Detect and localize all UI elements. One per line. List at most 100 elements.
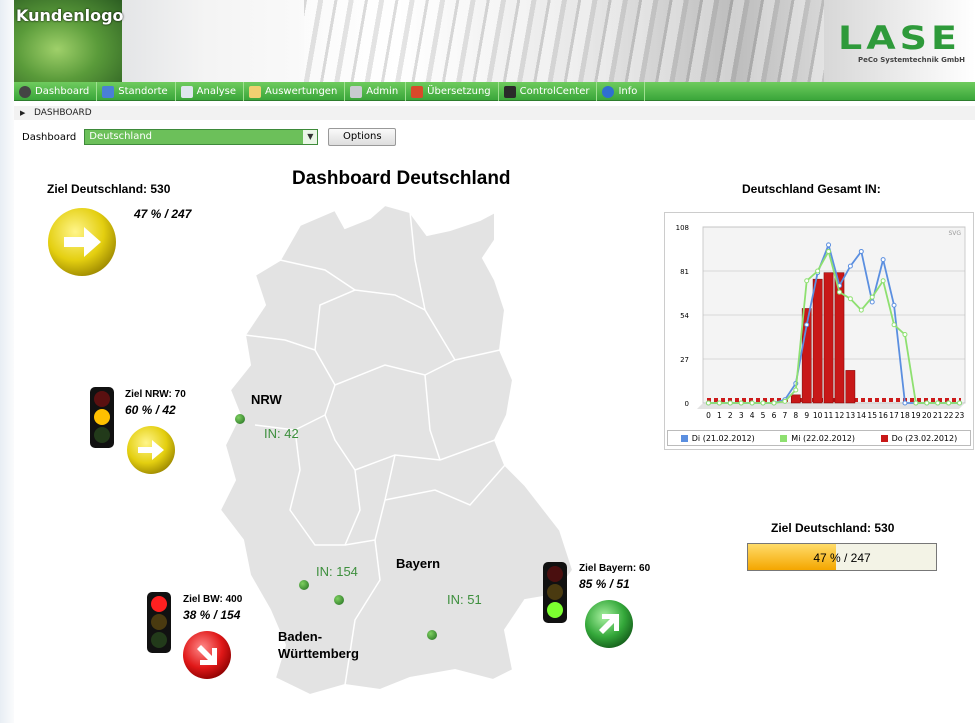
- legend-swatch: [780, 434, 788, 442]
- bar: [845, 370, 856, 404]
- menu-item-label: Admin: [366, 86, 399, 97]
- progress-goal-label: Ziel Deutschland: 530: [771, 521, 895, 535]
- info-icon: [602, 85, 615, 98]
- chart-legend: Di (21.02.2012) Mi (22.02.2012) Do (23.02.…: [667, 430, 971, 446]
- x-tick-label: 2: [728, 411, 733, 420]
- header-banner: [14, 0, 975, 82]
- nrw-label: NRW: [251, 392, 282, 407]
- germany-map: [218, 203, 575, 697]
- dashboard-select[interactable]: Deutschland ▼: [84, 129, 319, 145]
- legend-label: Mi (22.02.2012): [791, 433, 856, 443]
- data-point: [826, 242, 832, 248]
- x-tick-label: 11: [824, 411, 834, 420]
- menu-item-dashboard[interactable]: Dashboard: [14, 82, 98, 101]
- x-tick-label: 9: [804, 411, 809, 420]
- menu-item-controlcenter[interactable]: ControlCenter: [499, 82, 598, 101]
- data-point: [782, 398, 788, 404]
- data-point: [880, 257, 886, 263]
- vendor-logo: LASE PeCo Systemtechnik GmbH: [838, 22, 968, 68]
- legend-label: Di (21.02.2012): [691, 433, 755, 443]
- x-tick-label: 16: [878, 411, 888, 420]
- data-point: [869, 299, 875, 305]
- legend-swatch: [880, 434, 888, 442]
- data-point: [913, 400, 919, 406]
- x-tick-label: 13: [846, 411, 856, 420]
- legend-item[interactable]: Di (21.02.2012): [680, 433, 755, 443]
- customer-logo: Kundenlogo: [14, 0, 124, 82]
- chevron-down-icon[interactable]: ▼: [303, 130, 318, 144]
- dashboard-icon: [19, 85, 31, 98]
- bar: [790, 394, 801, 404]
- bw-marker-2[interactable]: [334, 595, 344, 605]
- menu-item-bersetzung[interactable]: Übersetzung: [406, 82, 499, 101]
- menu-item-standorte[interactable]: Standorte: [97, 82, 176, 101]
- flag-icon: [411, 85, 424, 98]
- bar: [823, 272, 834, 404]
- x-tick-label: 10: [813, 411, 823, 420]
- menu-item-label: Übersetzung: [427, 86, 491, 97]
- bar: [812, 278, 823, 404]
- x-tick-label: 20: [922, 411, 932, 420]
- data-point: [957, 400, 963, 406]
- bayern-goal-value: 85 % / 51: [579, 577, 630, 591]
- data-point: [891, 302, 897, 308]
- bayern-traffic-light: [543, 562, 567, 623]
- bw-goal-value: 38 % / 154: [183, 608, 241, 622]
- arrow-up-right-icon: [585, 600, 633, 648]
- legend-item[interactable]: Do (23.02.2012): [880, 434, 957, 443]
- x-tick-label: 15: [867, 411, 877, 420]
- menu-item-admin[interactable]: Admin: [345, 82, 407, 101]
- menu-item-auswertungen[interactable]: Auswertungen: [244, 82, 346, 101]
- line-chart: SVG02754811080 1 2 3 4 5 6 7 8 9 10 11 12 13 14 15 16 17 1…: [676, 224, 966, 420]
- menu-item-label: Analyse: [196, 86, 237, 97]
- vendor-logo-subtitle: PeCo Systemtechnik GmbH: [857, 56, 965, 64]
- data-point: [705, 400, 711, 406]
- data-point: [815, 268, 821, 274]
- bw-in-count: IN: 154: [316, 564, 358, 579]
- x-tick-label: 18: [900, 411, 910, 420]
- breadcrumb[interactable]: DASHBOARD: [14, 106, 975, 120]
- bayern-marker[interactable]: [427, 630, 437, 640]
- bw-marker-1[interactable]: [299, 580, 309, 590]
- data-point: [924, 400, 930, 406]
- legend-item[interactable]: Mi (22.02.2012): [780, 434, 855, 443]
- tools-icon: [350, 85, 363, 98]
- left-edge-strip: [0, 0, 14, 723]
- x-tick-label: 19: [911, 411, 921, 420]
- data-point: [749, 400, 755, 406]
- x-tick-label: 12: [835, 411, 845, 420]
- vendor-logo-text: LASE: [838, 19, 961, 57]
- main-menu: Dashboard Standorte Analyse Auswertungen Adm…: [14, 82, 975, 101]
- x-tick-label: 3: [739, 411, 744, 420]
- menu-item-analyse[interactable]: Analyse: [176, 82, 245, 101]
- bayern-label: Bayern: [396, 556, 441, 571]
- bayern-goal-label: Ziel Bayern: 60: [579, 563, 651, 574]
- banner-image: [304, 0, 824, 82]
- nrw-marker[interactable]: [235, 414, 245, 424]
- nrw-goal-value: 60 % / 42: [125, 403, 176, 417]
- bw-traffic-light: [147, 592, 171, 653]
- data-point: [727, 400, 733, 406]
- progress-text: 47 % / 247: [813, 551, 871, 565]
- data-point: [858, 248, 864, 254]
- bayern-in-count: IN: 51: [447, 592, 482, 607]
- pin-icon: [102, 85, 115, 98]
- menu-item-label: Dashboard: [35, 86, 90, 97]
- x-tick-label: 5: [761, 411, 766, 420]
- dashboard-select-value: Deutschland: [89, 131, 153, 142]
- data-point: [880, 278, 886, 284]
- document-icon: [180, 85, 193, 98]
- nrw-in-count: IN: 42: [264, 426, 299, 441]
- data-point: [847, 296, 853, 302]
- options-button[interactable]: Options: [328, 128, 397, 146]
- x-tick-label: 8: [793, 411, 798, 420]
- nrw-traffic-light: [90, 387, 114, 448]
- x-tick-label: 4: [750, 411, 755, 420]
- customer-logo-text: Kundenlogo: [16, 6, 124, 25]
- data-point: [869, 294, 875, 300]
- data-point: [946, 400, 952, 406]
- x-tick-label: 1: [717, 411, 722, 420]
- data-point: [891, 322, 897, 328]
- menu-item-label: Info: [618, 86, 638, 97]
- menu-item-info[interactable]: Info: [597, 82, 646, 101]
